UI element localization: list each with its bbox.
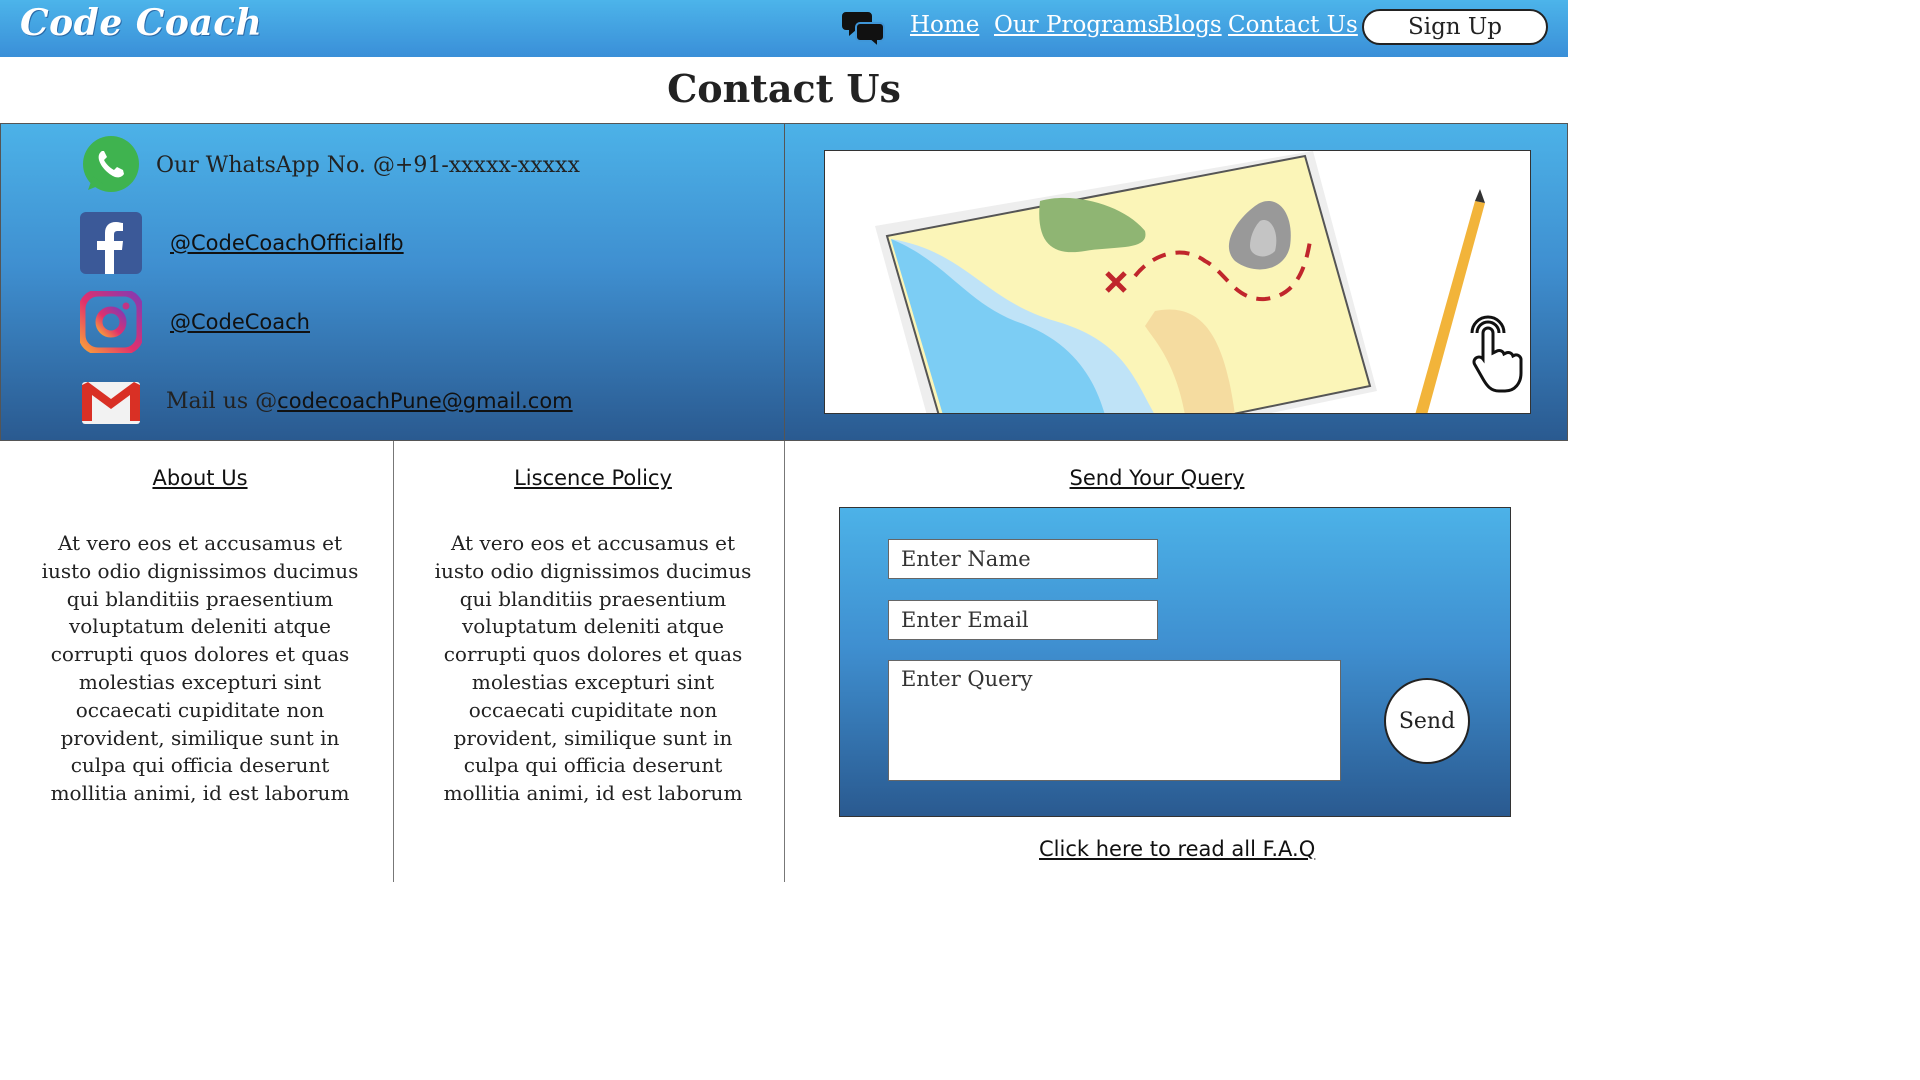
map-panel	[784, 123, 1568, 441]
facebook-row: @CodeCoachOfficialfb	[80, 212, 404, 274]
treasure-map-illustration	[875, 151, 1523, 413]
faq-link[interactable]: Click here to read all F.A.Q	[1039, 837, 1315, 861]
chat-icon[interactable]	[842, 8, 886, 48]
location-map[interactable]	[824, 150, 1531, 414]
mail-prefix: Mail us @	[166, 388, 278, 414]
email-link[interactable]: codecoachPune@gmail.com	[277, 389, 572, 413]
logo[interactable]: Code Coach	[20, 2, 262, 44]
gmail-icon	[82, 382, 140, 424]
mail-row: Mail us @ codecoachPune@gmail.com	[80, 370, 573, 432]
page-title: Contact Us	[667, 66, 901, 111]
query-textarea[interactable]	[888, 660, 1341, 781]
divider	[393, 441, 394, 882]
nav-home[interactable]: Home	[910, 12, 979, 38]
nav-blogs[interactable]: Blogs	[1157, 12, 1222, 38]
sign-up-button[interactable]: Sign Up	[1362, 9, 1548, 45]
about-us-text: At vero eos et accusamus et iusto odio d…	[41, 531, 359, 806]
query-form: Send	[839, 507, 1511, 817]
whatsapp-row: Our WhatsApp No. @+91-xxxxx-xxxxx	[80, 134, 580, 196]
facebook-link[interactable]: @CodeCoachOfficialfb	[170, 231, 404, 255]
nav-contact-us[interactable]: Contact Us	[1228, 12, 1358, 38]
licence-policy-text: At vero eos et accusamus et iusto odio d…	[434, 531, 752, 806]
divider	[784, 441, 785, 882]
whatsapp-number: Our WhatsApp No. @+91-xxxxx-xxxxx	[156, 152, 580, 178]
facebook-icon	[80, 212, 142, 274]
pointer-hand-icon	[1470, 315, 1523, 393]
licence-policy-heading[interactable]: Liscence Policy	[393, 466, 793, 490]
whatsapp-icon	[83, 136, 139, 192]
email-input[interactable]	[888, 600, 1158, 640]
name-input[interactable]	[888, 539, 1158, 579]
contact-info-panel: Our WhatsApp No. @+91-xxxxx-xxxxx @CodeC…	[0, 123, 785, 441]
top-navbar: Code Coach Home Our Programs Blogs Conta…	[0, 0, 1568, 57]
instagram-link[interactable]: @CodeCoach	[170, 310, 310, 334]
instagram-row: @CodeCoach	[80, 291, 310, 353]
send-button[interactable]: Send	[1384, 678, 1470, 764]
send-query-heading: Send Your Query	[1069, 466, 1245, 490]
about-us-heading[interactable]: About Us	[0, 466, 400, 490]
instagram-icon	[80, 291, 142, 353]
nav-our-programs[interactable]: Our Programs	[994, 12, 1159, 38]
